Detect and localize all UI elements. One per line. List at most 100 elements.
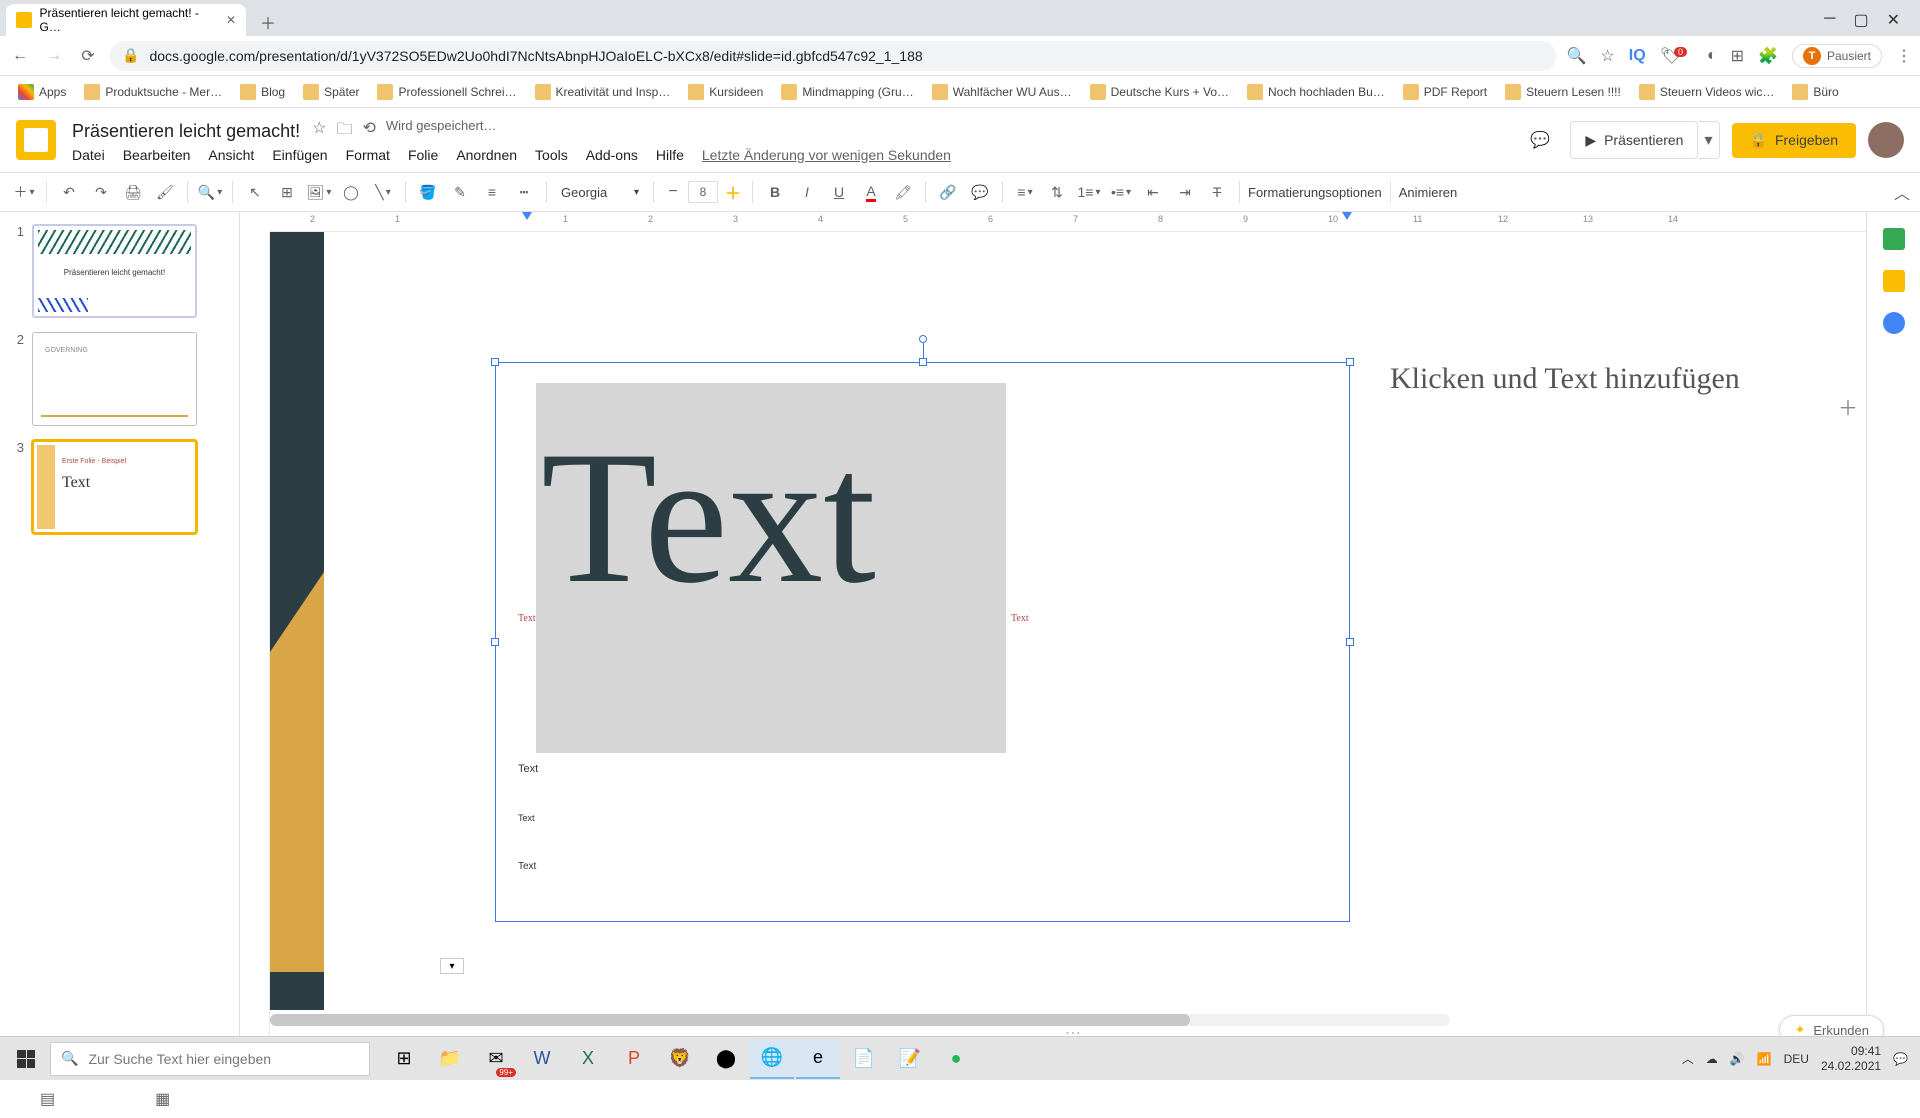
volume-icon[interactable]: 🔊 bbox=[1730, 1052, 1745, 1066]
bookmark-item[interactable]: Produktsuche - Mer… bbox=[78, 80, 228, 104]
slide-thumbnail-1[interactable]: Präsentieren leicht gemacht! bbox=[32, 224, 197, 318]
selected-text-frame[interactable]: Text Text Text Text Text Text bbox=[495, 362, 1350, 922]
bookmark-item[interactable]: Noch hochladen Bu… bbox=[1241, 80, 1391, 104]
text-label[interactable]: Text bbox=[518, 861, 536, 872]
bookmark-item[interactable]: Kreativität und Insp… bbox=[529, 80, 677, 104]
present-dropdown[interactable]: ▾ bbox=[1698, 121, 1719, 159]
move-icon[interactable]: 🗀 bbox=[336, 118, 352, 145]
underline-button[interactable]: U bbox=[825, 178, 853, 206]
border-color-button[interactable]: ✎ bbox=[446, 178, 474, 206]
menu-addons[interactable]: Add-ons bbox=[586, 147, 638, 163]
align-button[interactable]: ≡▾ bbox=[1011, 178, 1039, 206]
numbered-list-button[interactable]: 1≡▾ bbox=[1075, 178, 1103, 206]
image-tool[interactable]: 🖼▾ bbox=[305, 178, 333, 206]
resize-handle[interactable] bbox=[919, 358, 927, 366]
chrome-menu-icon[interactable]: ⋮ bbox=[1896, 46, 1912, 66]
task-view-icon[interactable]: ⊞ bbox=[382, 1039, 426, 1079]
resize-handle[interactable] bbox=[1346, 358, 1354, 366]
text-label[interactable]: Text bbox=[518, 613, 536, 624]
decrease-indent-button[interactable]: ⇤ bbox=[1139, 178, 1167, 206]
bookmark-item[interactable]: Später bbox=[297, 80, 365, 104]
brave-icon[interactable]: 🦁 bbox=[658, 1039, 702, 1079]
font-size-increase[interactable]: ＋ bbox=[722, 181, 744, 203]
present-button[interactable]: ▶ Präsentieren bbox=[1570, 121, 1698, 159]
italic-button[interactable]: I bbox=[793, 178, 821, 206]
border-dash-button[interactable]: ┅ bbox=[510, 178, 538, 206]
text-label[interactable]: Text bbox=[518, 813, 535, 823]
new-slide-button[interactable]: ＋▾ bbox=[10, 178, 38, 206]
resize-handle[interactable] bbox=[491, 638, 499, 646]
bookmark-item[interactable]: Steuern Videos wic… bbox=[1633, 80, 1781, 104]
extensions-menu-icon[interactable]: 🧩 bbox=[1758, 46, 1778, 66]
menu-edit[interactable]: Bearbeiten bbox=[123, 147, 191, 163]
new-tab-button[interactable]: ＋ bbox=[254, 8, 282, 36]
spotify-icon[interactable]: ● bbox=[934, 1039, 978, 1079]
mail-icon[interactable]: ✉ bbox=[474, 1039, 518, 1079]
indent-marker-right[interactable] bbox=[1342, 212, 1352, 220]
tasks-icon[interactable] bbox=[1883, 312, 1905, 334]
window-close-icon[interactable]: ✕ bbox=[1887, 10, 1900, 30]
clock[interactable]: 09:41 24.02.2021 bbox=[1821, 1044, 1881, 1073]
app-icon[interactable]: 📄 bbox=[842, 1039, 886, 1079]
wifi-icon[interactable]: 📶 bbox=[1757, 1052, 1772, 1066]
browser-tab[interactable]: Präsentieren leicht gemacht! - G… ✕ bbox=[6, 4, 246, 36]
highlight-color-button[interactable]: 🖍 bbox=[889, 178, 917, 206]
textbox-tool[interactable]: ⊞ bbox=[273, 178, 301, 206]
paint-format-button[interactable]: 🖌 bbox=[151, 178, 179, 206]
increase-indent-button[interactable]: ⇥ bbox=[1171, 178, 1199, 206]
doc-title[interactable]: Präsentieren leicht gemacht! bbox=[72, 121, 300, 142]
window-minimize-icon[interactable]: ─ bbox=[1824, 10, 1835, 30]
star-icon[interactable]: ☆ bbox=[312, 118, 326, 145]
menu-help[interactable]: Hilfe bbox=[656, 147, 684, 163]
chrome-icon[interactable]: 🌐 bbox=[750, 1039, 794, 1079]
incognito-icon[interactable]: ◐ bbox=[1707, 47, 1717, 65]
slide-canvas[interactable]: 2 1 1 2 3 4 5 6 7 8 9 10 11 12 13 14 bbox=[240, 212, 1866, 1040]
line-spacing-button[interactable]: ⇅ bbox=[1043, 178, 1071, 206]
add-placeholder-icon[interactable]: ＋ bbox=[1838, 392, 1858, 421]
menu-format[interactable]: Format bbox=[346, 147, 390, 163]
collapse-toolbar-icon[interactable]: ︿ bbox=[1894, 180, 1910, 204]
animate-button[interactable]: Animieren bbox=[1399, 185, 1458, 200]
reader-icon[interactable]: IQ bbox=[1629, 47, 1646, 65]
bookmark-item[interactable]: PDF Report bbox=[1397, 80, 1493, 104]
large-text[interactable]: Text bbox=[541, 423, 1006, 613]
horizontal-scrollbar[interactable] bbox=[270, 1014, 1450, 1026]
line-tool[interactable]: ╲▾ bbox=[369, 178, 397, 206]
powerpoint-icon[interactable]: P bbox=[612, 1039, 656, 1079]
bookmark-item[interactable]: Blog bbox=[234, 80, 291, 104]
calendar-icon[interactable] bbox=[1883, 228, 1905, 250]
edge-icon[interactable]: e bbox=[796, 1039, 840, 1079]
menu-slide[interactable]: Folie bbox=[408, 147, 438, 163]
extension-icon[interactable]: 🏷0 bbox=[1660, 46, 1693, 66]
text-label[interactable]: Text bbox=[1011, 613, 1029, 624]
comments-icon[interactable]: 💬 bbox=[1522, 122, 1558, 158]
print-button[interactable]: 🖨 bbox=[119, 178, 147, 206]
bookmark-item[interactable]: Deutsche Kurs + Vo… bbox=[1084, 80, 1235, 104]
fill-color-button[interactable]: 🪣 bbox=[414, 178, 442, 206]
bookmark-item[interactable]: Wahlfächer WU Aus… bbox=[926, 80, 1078, 104]
undo-button[interactable]: ↶ bbox=[55, 178, 83, 206]
redo-button[interactable]: ↷ bbox=[87, 178, 115, 206]
text-color-button[interactable]: A bbox=[857, 178, 885, 206]
bookmark-item[interactable]: Büro bbox=[1786, 80, 1844, 104]
vertical-ruler[interactable] bbox=[240, 232, 270, 1040]
font-select[interactable]: Georgia▾ bbox=[555, 185, 645, 200]
clear-formatting-button[interactable]: T bbox=[1203, 178, 1231, 206]
address-bar[interactable]: 🔒 docs.google.com/presentation/d/1yV372S… bbox=[110, 41, 1556, 71]
resize-handle[interactable] bbox=[1346, 638, 1354, 646]
grid-view-icon[interactable]: ▦ bbox=[155, 1089, 170, 1109]
slide-thumbnail-3[interactable]: Erste Folie - Beispiel Text bbox=[32, 440, 197, 534]
close-tab-icon[interactable]: ✕ bbox=[226, 13, 236, 27]
menu-insert[interactable]: Einfügen bbox=[272, 147, 327, 163]
back-button[interactable]: ← bbox=[8, 44, 32, 68]
menu-view[interactable]: Ansicht bbox=[208, 147, 254, 163]
bold-button[interactable]: B bbox=[761, 178, 789, 206]
indent-marker-left[interactable] bbox=[522, 212, 532, 220]
keep-icon[interactable] bbox=[1883, 270, 1905, 292]
placeholder-text[interactable]: Klicken und Text hinzufügen bbox=[1390, 362, 1846, 396]
profile-chip[interactable]: T Pausiert bbox=[1792, 44, 1882, 68]
bookmark-item[interactable]: Professionell Schrei… bbox=[371, 80, 522, 104]
windows-search[interactable]: 🔍 Zur Suche Text hier eingeben bbox=[50, 1042, 370, 1076]
menu-file[interactable]: Datei bbox=[72, 147, 105, 163]
border-weight-button[interactable]: ≡ bbox=[478, 178, 506, 206]
